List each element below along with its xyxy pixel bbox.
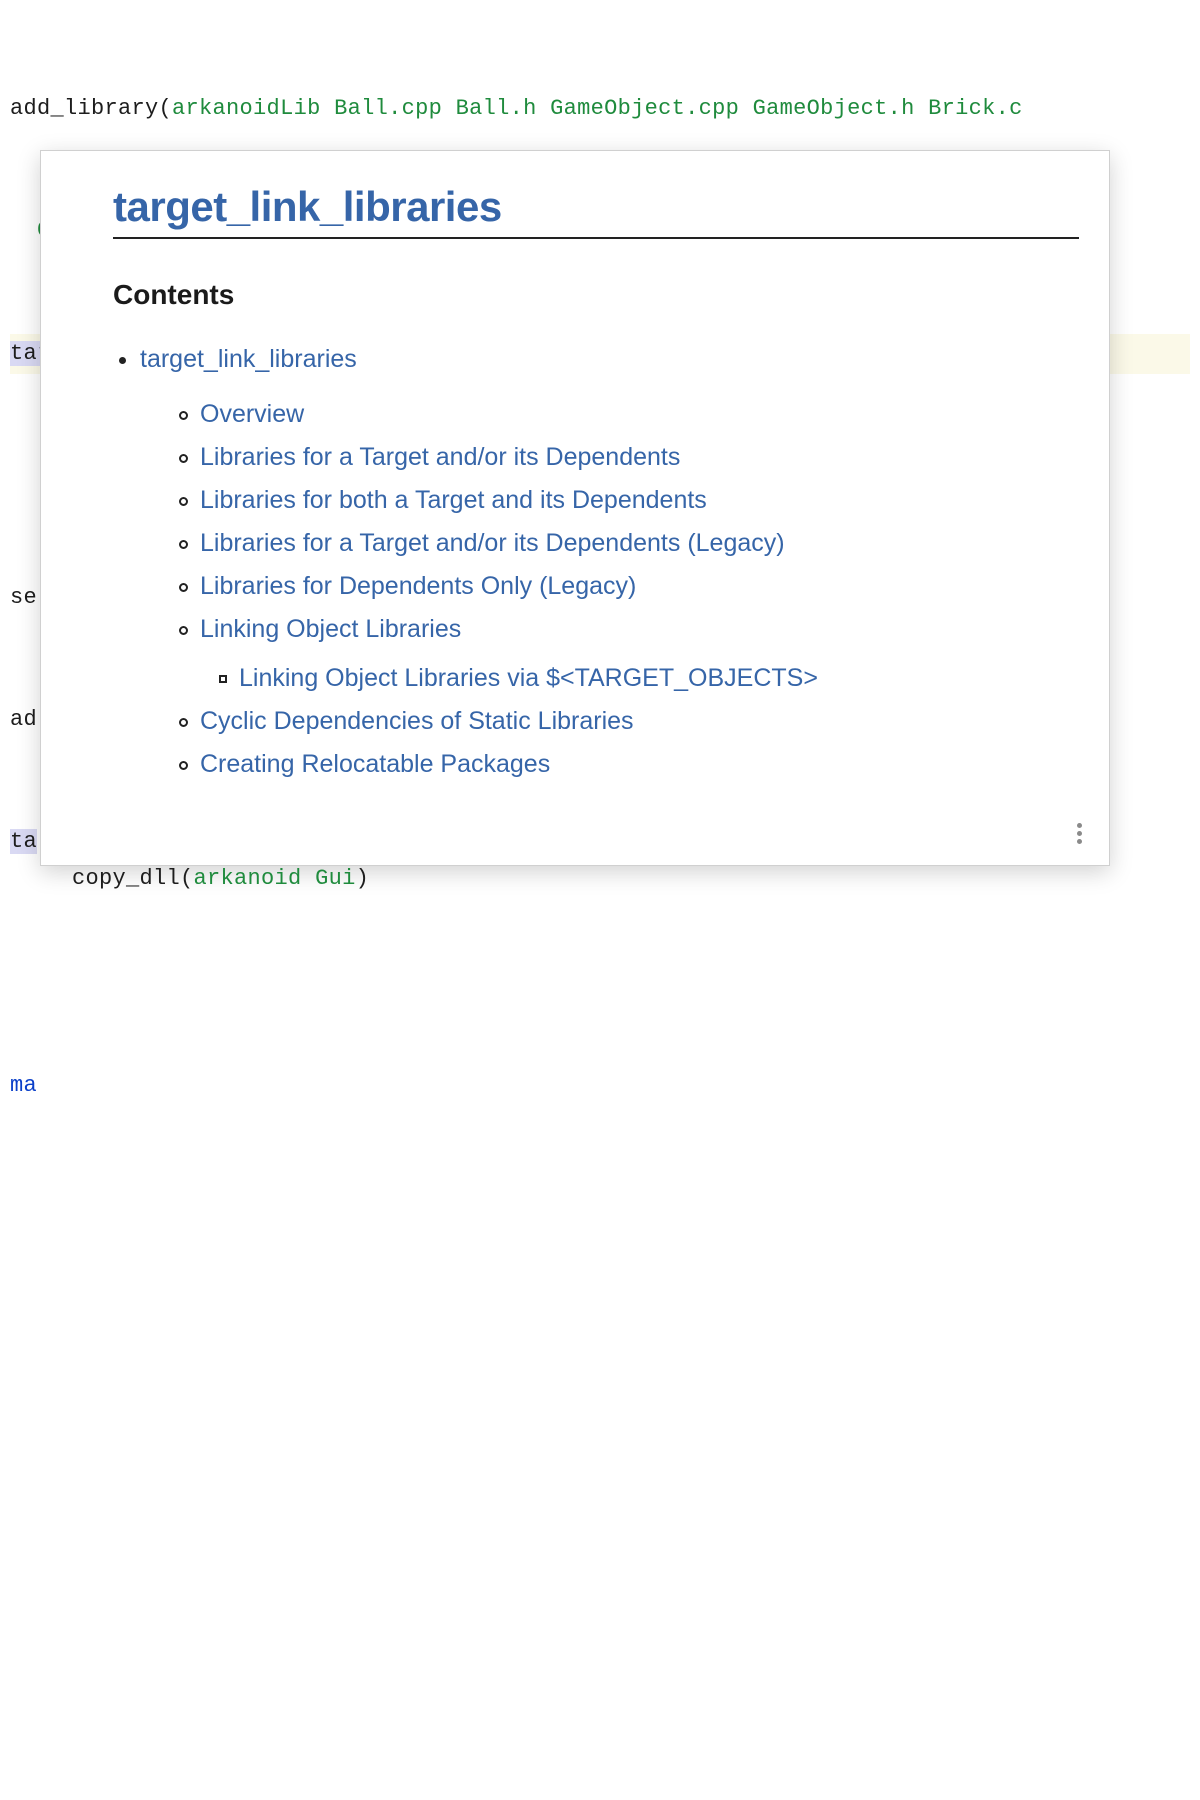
fn-copy-dll: copy_dll <box>72 866 180 891</box>
fn-add-library: add_library <box>10 96 159 121</box>
toc-item[interactable]: Creating Relocatable Packages <box>179 750 1079 779</box>
toc-link[interactable]: Libraries for both a Target and its Depe… <box>200 486 707 514</box>
code-line-1: add_library(arkanoidLib Ball.cpp Ball.h … <box>10 89 1190 130</box>
args-add-library: arkanoidLib Ball.cpp Ball.h GameObject.c… <box>172 96 1023 121</box>
bullet-icon <box>179 626 188 635</box>
toc-item[interactable]: Linking Object Libraries Linking Object … <box>179 615 1079 693</box>
toc-link[interactable]: Libraries for a Target and/or its Depend… <box>200 443 680 471</box>
toc-link[interactable]: Linking Object Libraries <box>200 615 461 643</box>
toc-link[interactable]: Linking Object Libraries via $<TARGET_OB… <box>239 664 818 692</box>
bullet-icon <box>179 761 188 770</box>
toc-item[interactable]: Libraries for both a Target and its Depe… <box>179 486 1079 515</box>
bullet-icon <box>179 411 188 420</box>
bullet-icon <box>219 675 227 683</box>
toc-link[interactable]: Creating Relocatable Packages <box>200 750 550 778</box>
bullet-icon <box>119 357 126 364</box>
toc-link-root[interactable]: target_link_libraries <box>140 345 357 373</box>
code-partial-ma: ma <box>10 1066 1190 1107</box>
toc-subitem[interactable]: Linking Object Libraries via $<TARGET_OB… <box>219 664 1079 693</box>
toc-item[interactable]: Libraries for Dependents Only (Legacy) <box>179 572 1079 601</box>
popup-title: target_link_libraries <box>113 183 1079 239</box>
bullet-icon <box>179 497 188 506</box>
code-blank-2 <box>10 944 1190 985</box>
more-options-icon[interactable] <box>1067 821 1091 845</box>
code-line-bottom: copy_dll(arkanoid Gui) <box>0 866 1200 891</box>
popup-contents-heading: Contents <box>113 279 1079 311</box>
bullet-icon <box>179 454 188 463</box>
toc-item[interactable]: Cyclic Dependencies of Static Libraries <box>179 707 1079 736</box>
bullet-icon <box>179 718 188 727</box>
toc-root-item[interactable]: target_link_libraries Overview Libraries… <box>113 345 1079 779</box>
toc-item[interactable]: Libraries for a Target and/or its Depend… <box>179 529 1079 558</box>
popup-toc: target_link_libraries Overview Libraries… <box>113 345 1079 779</box>
bullet-icon <box>179 540 188 549</box>
documentation-popup[interactable]: target_link_libraries Contents target_li… <box>40 150 1110 866</box>
toc-link[interactable]: Libraries for a Target and/or its Depend… <box>200 529 785 557</box>
toc-link[interactable]: Cyclic Dependencies of Static Libraries <box>200 707 634 735</box>
toc-item[interactable]: Libraries for a Target and/or its Depend… <box>179 443 1079 472</box>
toc-link[interactable]: Overview <box>200 400 304 428</box>
toc-item-overview[interactable]: Overview <box>179 400 1079 429</box>
bullet-icon <box>179 583 188 592</box>
toc-link[interactable]: Libraries for Dependents Only (Legacy) <box>200 572 636 600</box>
